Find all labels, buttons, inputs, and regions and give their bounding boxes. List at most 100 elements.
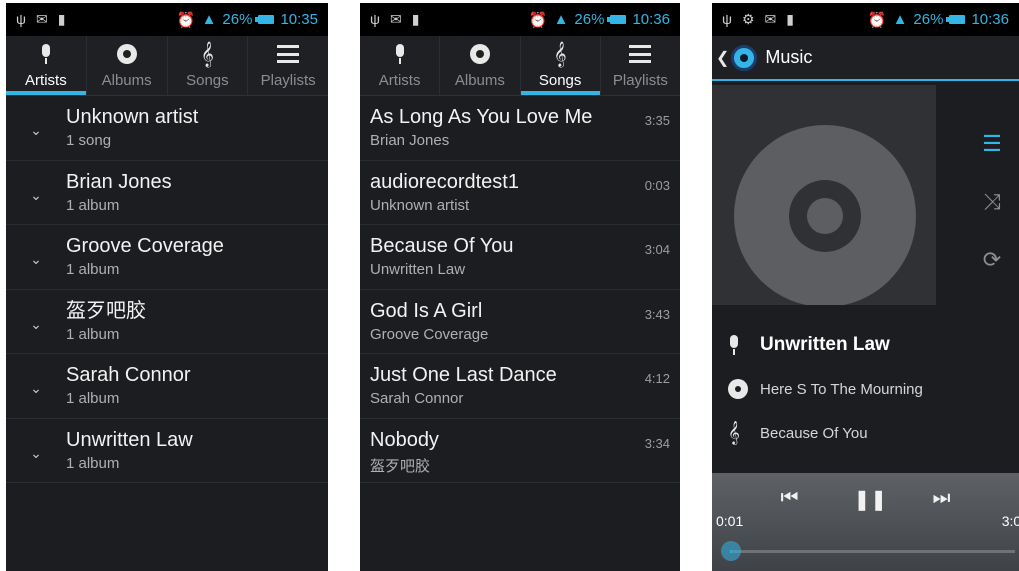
tab-artists[interactable]: Artists [6, 36, 87, 95]
track-song: Because Of You [760, 424, 868, 442]
song-duration: 0:03 [644, 177, 670, 193]
microphone-icon [40, 44, 52, 64]
tab-albums[interactable]: Albums [440, 36, 521, 95]
chevron-down-icon[interactable]: ⌄ [6, 245, 66, 268]
playback-options: ☰ ⤨ ⟳ [979, 131, 1005, 273]
status-bar: ψ ⚙ ✉ ▮ ⏰ ▲ 26% 10:36 [712, 3, 1019, 36]
song-artist: Brian Jones [370, 132, 450, 149]
tab-songs[interactable]: 𝄞 Songs [520, 36, 601, 95]
next-icon[interactable]: ⏭ [930, 487, 954, 512]
song-title: Because Of You [370, 235, 514, 257]
status-bar: ψ ✉ ▮ ⏰ ▲ 26% 10:35 [6, 3, 328, 36]
tab-albums[interactable]: Albums [87, 36, 168, 95]
repeat-icon[interactable]: ⟳ [979, 247, 1005, 273]
now-playing-screen: ψ ⚙ ✉ ▮ ⏰ ▲ 26% 10:36 ❮ Music ☰ ⤨ ⟳ Unwritt… [712, 3, 1019, 571]
music-app-icon[interactable] [731, 44, 758, 71]
artist-count: 1 album [66, 390, 120, 408]
list-item[interactable]: ⌄ Groove Coverage 1 album [6, 225, 328, 290]
chevron-down-icon[interactable]: ⌄ [6, 116, 66, 139]
seek-thumb[interactable] [721, 541, 742, 561]
list-item[interactable]: ⌄ Unknown artist 1 song [6, 96, 328, 161]
songs-screen: ψ ✉ ▮ ⏰ ▲ 26% 10:36 Artists Albums 𝄞 Songs … [360, 3, 680, 571]
album-disc-icon [116, 44, 137, 64]
seek-bar[interactable] [721, 541, 1015, 561]
artist-name: Unwritten Law [66, 428, 193, 451]
microphone-icon [394, 44, 406, 64]
song-artist: Unwritten Law [370, 261, 466, 278]
song-title: God Is A Girl [370, 299, 483, 322]
song-title: Nobody [370, 428, 439, 451]
list-item[interactable]: ⌄ Sarah Connor 1 album [6, 354, 328, 419]
tab-playlists[interactable]: Playlists [601, 36, 680, 95]
tab-bar: Artists Albums 𝄞 Songs Playlists [360, 36, 680, 96]
mail-icon: ✉ [764, 11, 777, 27]
artist-name: Groove Coverage [66, 235, 224, 258]
notification-icon: ▮ [786, 11, 794, 27]
track-album: Here S To The Mourning [760, 380, 923, 398]
notification-icon: ▮ [57, 11, 66, 27]
song-artist: Sarah Connor [370, 390, 464, 407]
artist-list: ⌄ Unknown artist 1 song ⌄ Brian Jones 1 albu… [6, 96, 328, 483]
song-duration: 3:35 [644, 113, 670, 128]
battery-percent: 26% [574, 11, 605, 28]
music-note-icon: 𝄞 [728, 421, 740, 444]
signal-icon: ▲ [892, 11, 908, 28]
music-note-icon: 𝄞 [553, 41, 567, 66]
back-icon[interactable]: ❮ [716, 48, 729, 68]
list-item[interactable]: God Is A Girl Groove Coverage 3:43 [360, 290, 680, 354]
clock: 10:36 [971, 11, 1009, 28]
list-item[interactable]: ⌄ Unwritten Law 1 album [6, 419, 328, 483]
settings-icon: ⚙ [741, 11, 755, 27]
battery-percent: 26% [222, 11, 253, 28]
tab-bar: Artists Albums 𝄞 Songs Playlists [6, 36, 328, 96]
chevron-down-icon[interactable]: ⌄ [6, 374, 66, 397]
song-title: audiorecordtest1 [370, 170, 519, 193]
list-item[interactable]: Nobody 盔歹吧胶 3:34 [360, 419, 680, 483]
usb-icon: ψ [16, 11, 26, 27]
song-title: Just One Last Dance [370, 364, 557, 386]
artwork-area: ☰ ⤨ ⟳ [712, 81, 1019, 305]
player-controls: ⏮ ❚❚ ⏭ 0:01 3:04 [712, 473, 1019, 571]
tab-playlists[interactable]: Playlists [248, 36, 328, 95]
microphone-icon [728, 335, 740, 355]
artist-count: 1 album [66, 325, 120, 343]
queue-list-icon[interactable]: ☰ [979, 131, 1005, 157]
song-duration: 3:43 [644, 306, 670, 322]
notification-icon: ▮ [411, 11, 420, 27]
list-item[interactable]: ⌄ 盔歹吧胶 1 album [6, 290, 328, 354]
artist-name: Brian Jones [66, 170, 172, 193]
chevron-down-icon[interactable]: ⌄ [6, 181, 66, 204]
alarm-icon: ⏰ [867, 11, 887, 29]
usb-icon: ψ [370, 11, 380, 27]
song-duration: 3:04 [644, 242, 670, 257]
list-item[interactable]: As Long As You Love Me Brian Jones 3:35 [360, 96, 680, 161]
track-song-row: 𝄞 Because Of You [712, 411, 1019, 455]
list-item[interactable]: audiorecordtest1 Unknown artist 0:03 [360, 161, 680, 225]
list-item[interactable]: ⌄ Brian Jones 1 album [6, 161, 328, 225]
previous-icon[interactable]: ⏮ [778, 487, 802, 512]
usb-icon: ψ [722, 11, 732, 27]
chevron-down-icon[interactable]: ⌄ [6, 310, 66, 333]
artist-count: 1 album [66, 261, 120, 279]
battery-icon [607, 15, 627, 24]
playlist-icon [277, 45, 300, 63]
list-item[interactable]: Just One Last Dance Sarah Connor 4:12 [360, 354, 680, 419]
alarm-icon: ⏰ [176, 11, 196, 29]
music-note-icon: 𝄞 [200, 41, 214, 66]
chevron-down-icon[interactable]: ⌄ [6, 439, 66, 462]
tab-artists[interactable]: Artists [360, 36, 441, 95]
tab-songs[interactable]: 𝄞 Songs [168, 36, 249, 95]
action-bar: ❮ Music [712, 36, 1019, 81]
song-artist: Groove Coverage [370, 325, 489, 343]
album-disc-icon [469, 44, 490, 64]
mail-icon: ✉ [35, 11, 48, 27]
alarm-icon: ⏰ [528, 11, 548, 29]
artist-name: Sarah Connor [66, 364, 191, 387]
artist-count: 1 song [66, 132, 112, 150]
shuffle-icon[interactable]: ⤨ [979, 189, 1005, 215]
song-duration: 3:34 [644, 435, 670, 451]
list-item[interactable]: Because Of You Unwritten Law 3:04 [360, 225, 680, 290]
song-duration: 4:12 [644, 371, 670, 386]
pause-icon[interactable]: ❚❚ [854, 487, 888, 512]
signal-icon: ▲ [201, 11, 217, 28]
